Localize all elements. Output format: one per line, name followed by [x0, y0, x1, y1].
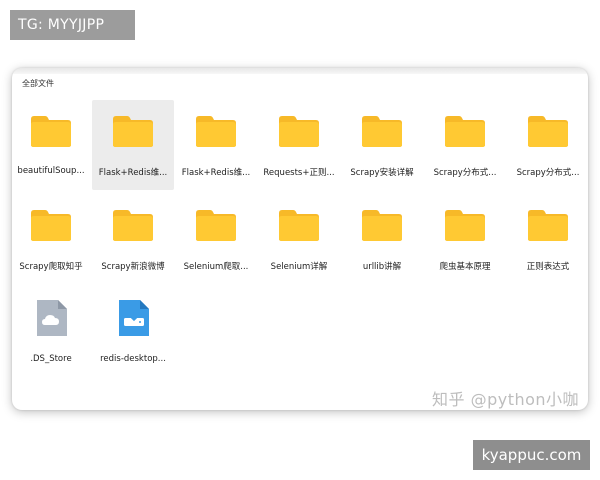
- folder-icon: [196, 116, 236, 147]
- file-item-label: Selenium爬取...: [183, 262, 249, 272]
- file-item-label: Scrapy分布式...: [433, 168, 497, 178]
- folder-icon: [362, 116, 402, 147]
- file-item[interactable]: Scrapy分布式...: [424, 100, 506, 190]
- folder-icon: [445, 116, 485, 147]
- file-item[interactable]: Requests+正则...: [258, 100, 340, 190]
- file-item[interactable]: 爬虫基本原理: [424, 194, 506, 284]
- tg-badge: TG: MYYJJPP: [10, 10, 135, 40]
- file-item[interactable]: Selenium爬取...: [175, 194, 257, 284]
- file-item-label: 爬虫基本原理: [439, 262, 491, 272]
- site-badge: kyappuc.com: [473, 440, 590, 470]
- file-item[interactable]: Scrapy分布式...: [507, 100, 588, 190]
- file-item[interactable]: Flask+Redis维...: [175, 100, 257, 190]
- file-item-label: Scrapy爬取知乎: [19, 262, 83, 272]
- file-item-label: Scrapy分布式...: [516, 168, 580, 178]
- file-item-label: 正则表达式: [526, 262, 570, 272]
- installer-file-icon: [119, 300, 149, 336]
- file-item[interactable]: Scrapy爬取知乎: [12, 194, 92, 284]
- folder-icon: [528, 210, 568, 241]
- folder-icon: [196, 210, 236, 241]
- folder-icon: [362, 210, 402, 241]
- folder-icon: [279, 210, 319, 241]
- file-browser-window: 全部文件 beautifulSoup... Flask+Redis维... Fl…: [12, 68, 588, 410]
- file-item[interactable]: Flask+Redis维...: [92, 100, 174, 190]
- folder-icon: [528, 116, 568, 147]
- file-item[interactable]: Selenium详解: [258, 194, 340, 284]
- file-item-label: redis-desktop...: [100, 354, 166, 364]
- file-item-label: Scrapy新浪微博: [101, 262, 165, 272]
- folder-icon: [113, 210, 153, 241]
- file-item-label: Flask+Redis维...: [181, 168, 251, 178]
- folder-icon: [31, 210, 71, 241]
- file-item-label: Scrapy安装详解: [350, 168, 414, 178]
- file-item[interactable]: 正则表达式: [507, 194, 588, 284]
- page: TG: MYYJJPP 全部文件 beautifulSoup... Flask+…: [0, 0, 600, 480]
- file-item[interactable]: Scrapy安装详解: [341, 100, 423, 190]
- window-top-edge: [12, 68, 588, 74]
- file-item-label: Selenium详解: [270, 262, 328, 272]
- file-item-label: beautifulSoup...: [17, 166, 85, 176]
- file-item[interactable]: Scrapy新浪微博: [92, 194, 174, 284]
- file-item[interactable]: redis-desktop...: [92, 288, 174, 378]
- file-item[interactable]: beautifulSoup...: [12, 100, 92, 190]
- cloud-file-icon: [37, 300, 67, 336]
- file-item[interactable]: .DS_Store: [12, 288, 92, 378]
- section-title: 全部文件: [22, 79, 54, 88]
- watermark: 知乎 @python小咖: [432, 390, 580, 409]
- file-item-label: urllib讲解: [362, 262, 402, 272]
- folder-icon: [279, 116, 319, 147]
- folder-icon: [113, 116, 153, 147]
- file-item[interactable]: urllib讲解: [341, 194, 423, 284]
- folder-icon: [445, 210, 485, 241]
- file-item-label: Flask+Redis维...: [98, 168, 168, 178]
- file-item-label: Requests+正则...: [263, 168, 335, 178]
- file-item-label: .DS_Store: [30, 354, 72, 364]
- folder-icon: [31, 116, 71, 147]
